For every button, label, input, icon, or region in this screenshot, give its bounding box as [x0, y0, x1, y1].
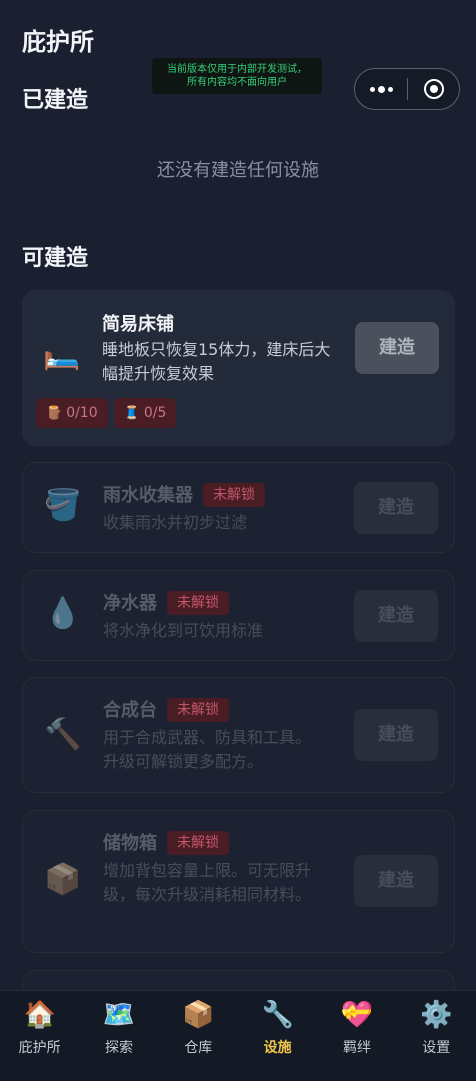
facility-name-text: 合成台 [103, 700, 157, 721]
tab-shelter[interactable]: 🏠 庇护所 [0, 991, 79, 1081]
build-button[interactable]: 建造 [354, 482, 438, 534]
material-count: 0/5 [143, 405, 167, 421]
wood-icon: 🪵 [46, 406, 63, 421]
facility-desc: 用于合成武器、防具和工具。升级可解锁更多配方。 [103, 728, 312, 771]
buildable-section-title: 可建造 [22, 246, 89, 271]
facility-name-text: 净水器 [103, 593, 157, 614]
locked-badge: 未解锁 [167, 831, 229, 855]
facility-name-text: 储物箱 [103, 833, 157, 854]
built-empty-text: 还没有建造任何设施 [157, 160, 319, 181]
hammer-icon: 🔨 [44, 717, 82, 752]
tab-label: 探索 [104, 1040, 133, 1056]
tab-label: 设置 [422, 1040, 451, 1056]
facility-name-text: 雨水收集器 [103, 485, 193, 506]
more-dots-icon[interactable] [355, 85, 407, 93]
material-badge: 🪵 0/10 [36, 398, 108, 428]
gear-icon: ⚙️ [420, 1000, 453, 1030]
material-list: 🪵 0/10 🧵 0/5 [36, 398, 177, 428]
build-button[interactable]: 建造 [355, 322, 439, 374]
miniprogram-capsule [354, 68, 460, 110]
tab-explore[interactable]: 🗺️ 探索 [79, 991, 158, 1081]
facility-name: 净水器 未解锁 [103, 589, 229, 615]
target-circle-icon [423, 79, 444, 99]
facility-card-water-purifier: 💧 净水器 未解锁 将水净化到可饮用标准 建造 [22, 570, 455, 661]
map-icon: 🗺️ [102, 1000, 136, 1030]
facility-desc: 将水净化到可饮用标准 [103, 621, 264, 640]
locked-badge: 未解锁 [203, 483, 265, 507]
built-section-title: 已建造 [22, 88, 89, 113]
tab-label: 庇护所 [18, 1040, 61, 1056]
tab-label: 设施 [263, 1040, 292, 1056]
bottom-tab-bar: 🏠 庇护所 🗺️ 探索 📦 仓库 🔧 设施 💝 羁绊 ⚙️ 设置 [0, 990, 476, 1081]
tab-label: 仓库 [184, 1040, 213, 1056]
thread-icon: 🧵 [123, 406, 140, 421]
build-button[interactable]: 建造 [354, 855, 438, 907]
water-drop-icon: 💧 [44, 596, 82, 631]
tab-bond[interactable]: 💝 羁绊 [317, 991, 396, 1081]
facility-card-bed: 🛏️ 简易床铺 睡地板只恢复15体力，建床后大幅提升恢复效果 建造 🪵 0/10 … [22, 290, 455, 446]
tab-label: 羁绊 [342, 1040, 371, 1056]
bucket-icon: 🪣 [44, 488, 82, 523]
wrench-icon: 🔧 [261, 1000, 294, 1030]
package-icon: 📦 [182, 1000, 215, 1030]
dev-notice: 当前版本仅用于内部开发测试， 所有内容均不面向用户 [152, 58, 322, 94]
facility-name: 简易床铺 [102, 314, 174, 335]
page-title: 庇护所 [22, 28, 94, 56]
locked-badge: 未解锁 [167, 698, 229, 722]
locked-badge: 未解锁 [167, 591, 229, 615]
dev-notice-line2: 所有内容均不面向用户 [187, 77, 287, 88]
build-button[interactable]: 建造 [354, 590, 438, 642]
heart-ribbon-icon: 💝 [340, 1000, 374, 1030]
tab-warehouse[interactable]: 📦 仓库 [159, 991, 238, 1081]
material-badge: 🧵 0/5 [113, 398, 177, 428]
material-count: 0/10 [66, 405, 98, 421]
dev-notice-line1: 当前版本仅用于内部开发测试， [167, 64, 307, 75]
facility-desc: 收集雨水并初步过滤 [103, 513, 248, 532]
close-miniprogram-button[interactable] [408, 79, 459, 99]
facility-name: 雨水收集器 未解锁 [103, 481, 265, 507]
house-icon: 🏠 [23, 1000, 56, 1030]
bed-icon: 🛏️ [43, 337, 81, 372]
tab-facilities[interactable]: 🔧 设施 [238, 991, 317, 1081]
facility-name: 合成台 未解锁 [103, 696, 229, 722]
tab-settings[interactable]: ⚙️ 设置 [397, 991, 476, 1081]
facility-name: 储物箱 未解锁 [103, 829, 229, 855]
build-button[interactable]: 建造 [354, 709, 438, 761]
facility-desc: 睡地板只恢复15体力，建床后大幅提升恢复效果 [102, 340, 331, 383]
facility-card-rain-collector: 🪣 雨水收集器 未解锁 收集雨水并初步过滤 建造 [22, 462, 455, 553]
facility-card-storage-box: 📦 储物箱 未解锁 增加背包容量上限。可无限升级，每次升级消耗相同材料。 建造 [22, 810, 455, 953]
facility-card-crafting-bench: 🔨 合成台 未解锁 用于合成武器、防具和工具。升级可解锁更多配方。 建造 [22, 677, 455, 793]
box-icon: 📦 [44, 862, 82, 897]
facility-desc: 增加背包容量上限。可无限升级，每次升级消耗相同材料。 [103, 861, 312, 904]
